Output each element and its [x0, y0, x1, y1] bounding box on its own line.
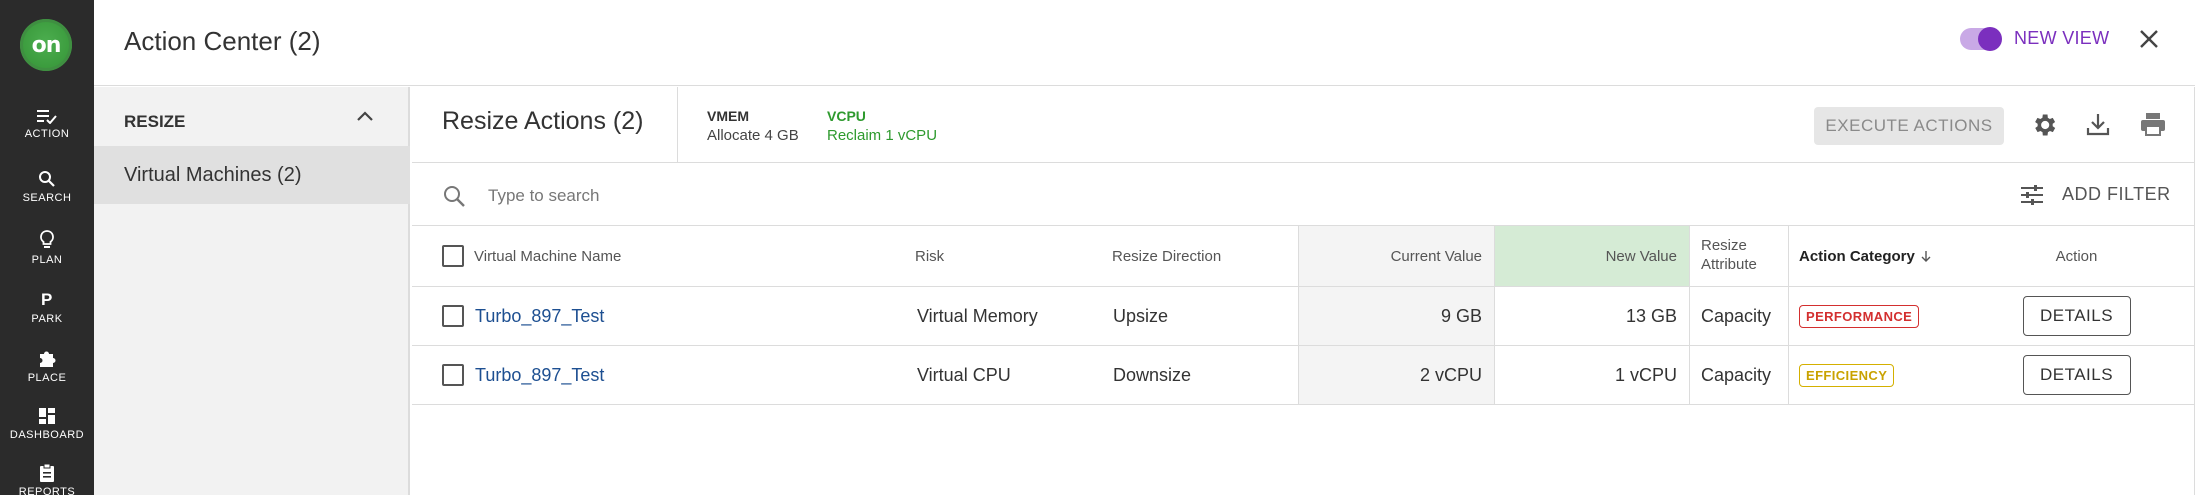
nav-item-label: SEARCH — [22, 192, 72, 204]
nav-item-label: REPORTS — [18, 486, 76, 495]
table-row: Turbo_897_Test Virtual CPU Downsize 2 vC… — [412, 346, 2195, 405]
dashboard-icon — [39, 408, 55, 424]
row-select-cell — [442, 287, 472, 345]
vcpu-summary-label: VCPU — [827, 108, 866, 124]
main-content: Resize Actions (2) VMEM Allocate 4 GB VC… — [412, 87, 2195, 495]
resize-section-header[interactable]: RESIZE — [94, 87, 410, 145]
col-header-direction[interactable]: Resize Direction — [1112, 226, 1292, 286]
category-panel: RESIZE Virtual Machines (2) — [94, 87, 410, 495]
logo-text: on — [31, 32, 62, 58]
nav-item-label: DASHBOARD — [9, 429, 85, 441]
table-row: Turbo_897_Test Virtual Memory Upsize 9 G… — [412, 287, 2195, 346]
action-icon — [37, 110, 57, 124]
resize-section-title: RESIZE — [124, 112, 186, 131]
risk-cell: Virtual CPU — [917, 364, 1011, 385]
current-value-cell: 2 vCPU — [1298, 346, 1494, 404]
vm-name-link[interactable]: Turbo_897_Test — [475, 287, 875, 345]
vmem-summary-label: VMEM — [707, 108, 749, 124]
col-header-action: Action — [2055, 247, 2098, 265]
col-header-action-category[interactable]: Action Category — [1788, 226, 1958, 286]
execute-actions-button[interactable]: EXECUTE ACTIONS — [1814, 107, 2004, 145]
resize-attribute-cell: Capacity — [1689, 287, 1788, 345]
row-select-cell — [442, 346, 472, 404]
close-icon[interactable] — [2134, 24, 2164, 54]
nav-item-label: PLACE — [27, 372, 67, 384]
nav-item-reports[interactable]: REPORTS — [0, 464, 94, 495]
col-header-name[interactable]: Virtual Machine Name — [474, 226, 874, 286]
svg-text:P: P — [41, 290, 52, 309]
select-all-checkbox[interactable] — [442, 245, 464, 267]
nav-item-dashboard[interactable]: DASHBOARD — [0, 407, 94, 441]
park-icon: P — [41, 290, 52, 309]
direction-cell: Upsize — [1113, 305, 1169, 326]
page-title: Action Center (2) — [124, 26, 321, 56]
category-cell: PERFORMANCE — [1788, 287, 1958, 345]
direction-cell: Downsize — [1113, 364, 1192, 385]
sidebar-item-virtual-machines[interactable]: Virtual Machines (2) — [94, 146, 410, 204]
col-header-resize-attribute-text: Resize Attribute — [1701, 237, 1757, 273]
sidebar-item-label: Virtual Machines (2) — [124, 164, 302, 186]
row-checkbox[interactable] — [442, 364, 464, 386]
vmem-summary-value: Allocate 4 GB — [707, 127, 799, 144]
select-all-cell — [442, 226, 472, 286]
new-view-toggle[interactable] — [1960, 27, 2002, 51]
current-value-cell: 9 GB — [1298, 287, 1494, 345]
search-input[interactable] — [488, 182, 1288, 210]
app-logo[interactable]: on — [20, 19, 72, 71]
lightbulb-icon — [40, 230, 54, 248]
filter-sliders-icon[interactable] — [2019, 183, 2045, 207]
puzzle-icon — [40, 351, 56, 367]
new-value-cell: 13 GB — [1494, 287, 1689, 345]
col-header-resize-attribute[interactable]: Resize Attribute — [1689, 226, 1788, 286]
vm-name-link[interactable]: Turbo_897_Test — [475, 346, 875, 404]
add-filter-button[interactable]: ADD FILTER — [2062, 184, 2171, 205]
risk-cell: Virtual Memory — [917, 305, 1038, 326]
row-checkbox[interactable] — [442, 305, 464, 327]
col-header-action-category-text: Action Category — [1799, 247, 1915, 265]
details-button[interactable]: DETAILS — [2022, 296, 2131, 336]
resize-attribute-cell: Capacity — [1689, 346, 1788, 404]
nav-item-place[interactable]: PLACE — [0, 348, 94, 384]
performance-badge: PERFORMANCE — [1799, 304, 1920, 328]
nav-item-label: PLAN — [31, 254, 63, 266]
toolbar-divider — [677, 87, 678, 163]
action-cell: DETAILS — [1958, 287, 2195, 345]
col-header-current-value[interactable]: Current Value — [1298, 226, 1494, 286]
search-icon — [39, 171, 55, 187]
col-header-new-value[interactable]: New Value — [1494, 226, 1689, 286]
chevron-up-icon[interactable] — [356, 109, 374, 123]
nav-item-label: ACTION — [24, 128, 70, 140]
nav-item-plan[interactable]: PLAN — [0, 230, 94, 266]
gear-icon[interactable] — [2030, 111, 2058, 139]
section-title: Resize Actions (2) — [442, 107, 644, 135]
nav-item-action[interactable]: ACTION — [0, 108, 94, 140]
details-button[interactable]: DETAILS — [2022, 355, 2131, 395]
table-header-row: Virtual Machine Name Risk Resize Directi… — [412, 226, 2195, 287]
col-header-risk[interactable]: Risk — [915, 226, 1095, 286]
nav-item-park[interactable]: P PARK — [0, 289, 94, 325]
download-icon[interactable] — [2085, 111, 2111, 137]
efficiency-badge: EFFICIENCY — [1799, 363, 1895, 387]
left-nav-rail: on ACTION SEARCH PLAN P PARK PLACE DASHB… — [0, 0, 94, 495]
nav-item-label: PARK — [31, 313, 63, 325]
search-bar: ADD FILTER — [412, 164, 2195, 226]
sort-desc-icon[interactable] — [1919, 249, 1933, 263]
category-cell: EFFICIENCY — [1788, 346, 1958, 404]
search-icon — [444, 186, 465, 207]
page-header: Action Center (2) NEW VIEW — [94, 0, 2195, 86]
actions-toolbar: Resize Actions (2) VMEM Allocate 4 GB VC… — [412, 87, 2195, 163]
action-cell: DETAILS — [1958, 346, 2195, 404]
print-icon[interactable] — [2139, 111, 2167, 137]
nav-item-search[interactable]: SEARCH — [0, 170, 94, 204]
new-view-label[interactable]: NEW VIEW — [2014, 28, 2109, 49]
reports-icon — [40, 464, 54, 482]
vcpu-summary-value: Reclaim 1 vCPU — [827, 127, 938, 144]
new-value-cell: 1 vCPU — [1494, 346, 1689, 404]
